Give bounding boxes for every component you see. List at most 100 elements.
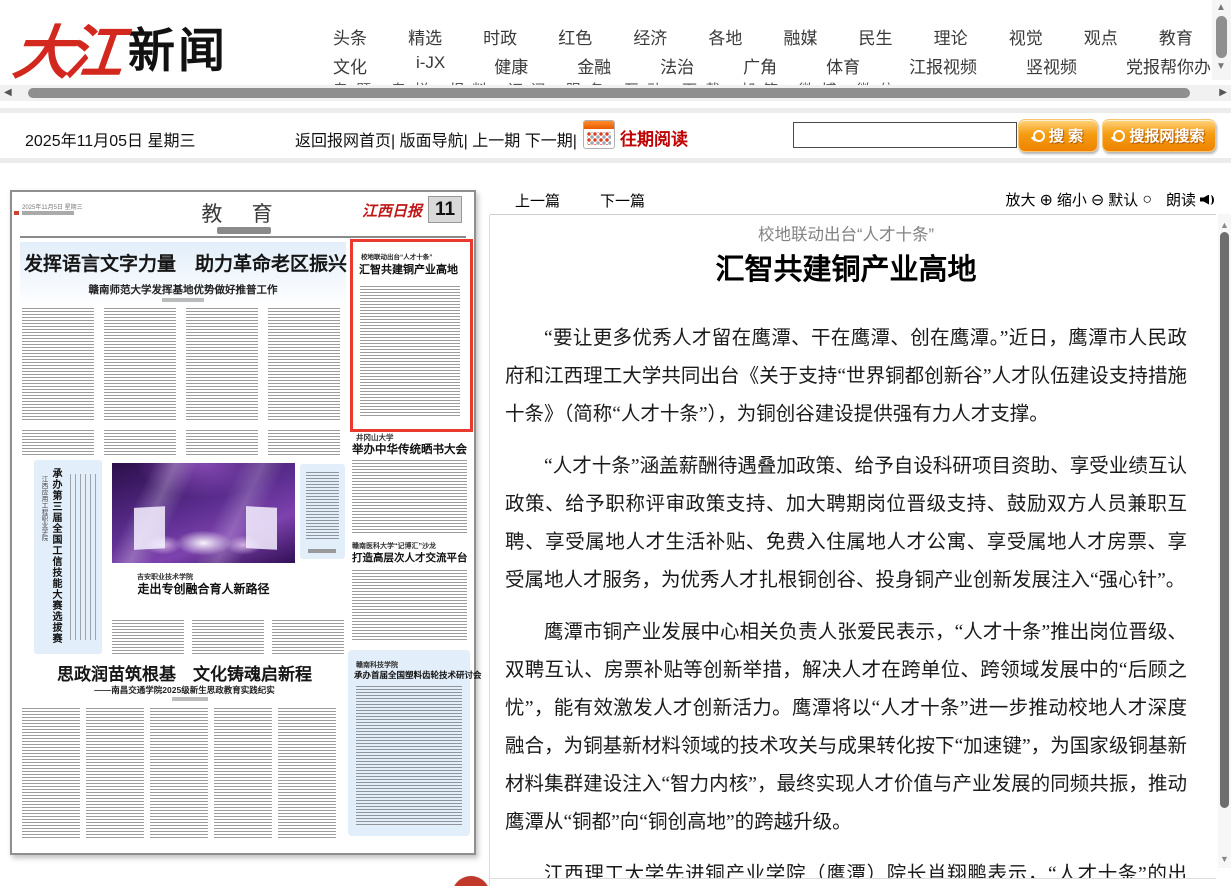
back-to-site-link[interactable]: 返回报网首页 bbox=[295, 133, 391, 150]
photo-story-title[interactable]: 走出专创融合育人新路径 bbox=[112, 580, 295, 597]
simulated-text-block bbox=[70, 474, 96, 640]
newspaper-page-thumbnail[interactable]: 2025年11月5日 星期三 教 育 江西日报 11 发挥语言文字力量 助力革命… bbox=[10, 190, 476, 855]
nav-item-red[interactable]: 红色 bbox=[558, 24, 592, 49]
bottom-headline[interactable]: 思政润苗筑根基 文化铸魂启新程 bbox=[42, 660, 327, 685]
scroll-down-icon[interactable]: ▼ bbox=[1216, 61, 1226, 72]
default-size-icon[interactable]: ○ bbox=[1142, 191, 1152, 209]
simulated-text-block bbox=[22, 430, 94, 456]
nav-item-regions[interactable]: 各地 bbox=[708, 24, 742, 49]
next-issue-link[interactable]: 下一期 bbox=[525, 133, 573, 150]
zoom-in-icon[interactable]: ⊕ bbox=[1039, 190, 1052, 210]
lead-subtitle: 赣南师范大学发挥基地优势做好推普工作 bbox=[24, 282, 342, 297]
nav-item-finance[interactable]: 金融 bbox=[577, 53, 611, 78]
simulated-text-block bbox=[214, 708, 272, 838]
horizontal-scrollbar[interactable]: ◀ ▶ bbox=[0, 85, 1231, 101]
right-item-2-title[interactable]: 打造高层次人才交流平台 bbox=[352, 550, 468, 565]
article-body: “要让更多优秀人才留在鹰潭、干在鹰潭、创在鹰潭。”近日，鹰潭市人民政府和江西理工… bbox=[505, 320, 1187, 878]
read-aloud-label[interactable]: 朗读 bbox=[1166, 189, 1196, 210]
simulated-text-block bbox=[192, 620, 264, 654]
nav-item-featured[interactable]: 精选 bbox=[408, 24, 442, 49]
calendar-icon-grid bbox=[587, 132, 611, 145]
nav-item-media[interactable]: 融媒 bbox=[783, 24, 817, 49]
nav-item-headlines[interactable]: 头条 bbox=[333, 24, 367, 49]
nav-item-wide-angle[interactable]: 广角 bbox=[743, 53, 777, 78]
bottom-subtitle: ——南昌交通学院2025级新生思政教育实践纪实 bbox=[42, 684, 327, 696]
nav-item-party-paper-help[interactable]: 党报帮你办 bbox=[1126, 53, 1211, 78]
past-issues-link[interactable]: 往期阅读 bbox=[620, 125, 688, 150]
paper-rule bbox=[20, 236, 466, 238]
prev-issue-link[interactable]: 上一期 bbox=[472, 133, 520, 150]
default-size-label[interactable]: 默认 bbox=[1108, 189, 1138, 210]
nav-item-economy[interactable]: 经济 bbox=[633, 24, 667, 49]
search-button[interactable]: 搜 索 bbox=[1018, 119, 1098, 152]
page-navigation-link[interactable]: 版面导航 bbox=[400, 133, 464, 150]
simulated-text-block bbox=[22, 308, 94, 422]
vertical-scrollbar-thumb[interactable] bbox=[1216, 16, 1227, 58]
horizontal-scrollbar-thumb[interactable] bbox=[28, 88, 1190, 98]
nav-item-ijx[interactable]: i-JX bbox=[416, 53, 445, 78]
left-panel-title: 承办第三届全国工信技能大赛选拔赛 bbox=[48, 468, 63, 648]
highlight-kicker: 校地联动出台“人才十条” bbox=[361, 251, 433, 261]
search-input[interactable] bbox=[793, 122, 1017, 148]
next-article-link[interactable]: 下一篇 bbox=[600, 190, 645, 211]
logo-black-text: 新闻 bbox=[128, 24, 228, 77]
prev-article-link[interactable]: 上一篇 bbox=[515, 190, 560, 211]
floating-action-button[interactable] bbox=[452, 876, 490, 886]
calendar-icon-header bbox=[584, 121, 614, 129]
article-bottom-rule bbox=[490, 878, 1216, 879]
right-item-3-panel[interactable]: 赣南科技学院 承办首届全国塑料齿轮技术研讨会 bbox=[348, 650, 470, 836]
lead-headline[interactable]: 发挥语言文字力量 助力革命老区振兴 bbox=[24, 249, 342, 276]
magnifier-icon bbox=[1033, 130, 1045, 142]
nav-item-law[interactable]: 法治 bbox=[660, 53, 694, 78]
photo-side-note-panel bbox=[300, 464, 345, 559]
left-vertical-story-panel[interactable]: 江西应用工程职业学院 承办第三届全国工信技能大赛选拔赛 bbox=[34, 460, 102, 654]
simulated-text-block bbox=[104, 430, 176, 456]
nav-item-jiangbao-video[interactable]: 江报视频 bbox=[909, 53, 977, 78]
article-scroll-up-icon[interactable]: ▲ bbox=[1220, 220, 1229, 230]
simulated-text-block bbox=[352, 460, 467, 534]
nav-item-livelihood[interactable]: 民生 bbox=[859, 24, 893, 49]
scroll-right-icon[interactable]: ▶ bbox=[1219, 87, 1227, 99]
paper-page-number: 11 bbox=[428, 196, 462, 223]
site-search-button[interactable]: 搜报网搜索 bbox=[1102, 119, 1216, 152]
article-paragraph: 江西理工大学先进铜产业学院（鹰潭）院长肖翔鹏表示，“人才十条”的出台，将为学校科… bbox=[505, 856, 1187, 878]
zoom-out-label[interactable]: 缩小 bbox=[1057, 189, 1087, 210]
paper-nav-links: 返回报网首页| 版面导航| 上一期 下一期| bbox=[295, 127, 577, 151]
side-note-footer-bar bbox=[308, 549, 336, 553]
scroll-left-icon[interactable]: ◀ bbox=[4, 87, 12, 99]
nav-item-theory[interactable]: 理论 bbox=[934, 24, 968, 49]
nav-item-politics[interactable]: 时政 bbox=[483, 24, 517, 49]
stage-screen-left bbox=[134, 506, 165, 550]
scroll-up-icon[interactable]: ▲ bbox=[1216, 2, 1226, 13]
nav-item-culture[interactable]: 文化 bbox=[333, 53, 367, 78]
site-logo[interactable]: 大江新闻 bbox=[14, 6, 228, 76]
nav-item-health[interactable]: 健康 bbox=[494, 53, 528, 78]
divider-band-bottom bbox=[0, 158, 1231, 163]
nav-item-visual[interactable]: 视觉 bbox=[1009, 24, 1043, 49]
nav-item-opinion[interactable]: 观点 bbox=[1084, 24, 1118, 49]
article-scrollbar-thumb[interactable] bbox=[1220, 232, 1229, 808]
zoom-in-label[interactable]: 放大 bbox=[1005, 189, 1035, 210]
simulated-text-block bbox=[272, 620, 344, 654]
simulated-text-block bbox=[186, 430, 258, 456]
speaker-icon[interactable] bbox=[1200, 193, 1215, 207]
toolbar-divider bbox=[490, 214, 1216, 215]
article-scrollbar[interactable]: ▲ ▼ bbox=[1218, 214, 1231, 868]
simulated-text-block bbox=[22, 708, 80, 838]
article-kicker: 校地联动出台“人才十条” bbox=[505, 221, 1187, 245]
simulated-text-block bbox=[104, 308, 176, 422]
vertical-scrollbar-top[interactable]: ▲ ▼ bbox=[1212, 0, 1231, 80]
article-scroll-down-icon[interactable]: ▼ bbox=[1220, 854, 1229, 864]
zoom-out-icon[interactable]: ⊖ bbox=[1091, 190, 1104, 210]
bottom-byline bbox=[172, 697, 208, 701]
right-item-1-title[interactable]: 举办中华传统晒书大会 bbox=[352, 441, 467, 457]
nav-item-vertical-video[interactable]: 竖视频 bbox=[1026, 53, 1077, 78]
nav-item-sports[interactable]: 体育 bbox=[826, 53, 860, 78]
highlighted-article-box[interactable]: 校地联动出台“人才十条” 汇智共建铜产业高地 bbox=[350, 239, 473, 432]
stage-screen-right bbox=[246, 506, 277, 550]
nav-item-education[interactable]: 教育 bbox=[1159, 24, 1193, 49]
article-paragraph: “要让更多优秀人才留在鹰潭、干在鹰潭、创在鹰潭。”近日，鹰潭市人民政府和江西理工… bbox=[505, 320, 1187, 434]
right-item-3-title: 承办首届全国塑料齿轮技术研讨会 bbox=[354, 669, 482, 681]
article-toolbar-right: 放大 ⊕ 缩小 ⊖ 默认 ○ 朗读 bbox=[985, 189, 1215, 210]
calendar-icon[interactable] bbox=[583, 120, 615, 149]
